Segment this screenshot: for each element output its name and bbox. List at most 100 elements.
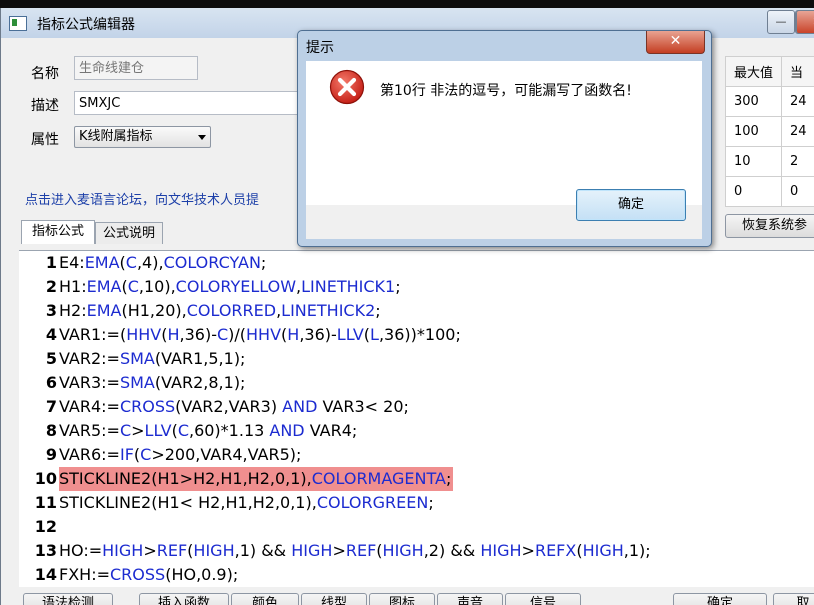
code-token: FXH:= [59,565,110,584]
code-line[interactable]: 5 VAR2:=SMA(VAR1,5,1); [19,347,814,371]
signal-button[interactable]: 信号 [505,593,581,605]
restore-defaults-button[interactable]: 恢复系统参 [725,214,814,238]
code-token: ,1) && [234,541,292,560]
code-keyword: SMA [119,373,155,392]
line-number: 12 [34,517,57,536]
attribute-dropdown-value: K线附属指标 [79,129,153,144]
code-keyword: C [119,421,132,440]
ok-button[interactable]: 确定 [576,189,686,221]
code-line[interactable]: 9 VAR6:=IF(C>200,VAR4,VAR5); [19,443,814,467]
insert-function-button[interactable]: 插入函数 [139,593,229,605]
tab-formula[interactable]: 指标公式 [21,220,95,244]
forum-link[interactable]: 点击进入麦语言论坛，向文华技术人员提 [25,189,259,208]
code-line[interactable]: 12 [19,515,814,539]
code-keyword: HIGH [193,541,235,560]
code-line[interactable]: 2 H1:EMA(C,10),COLORYELLOW,LINETHICK1; [19,275,814,299]
icon-button[interactable]: 图标 [369,593,435,605]
table-cell[interactable]: 24 [781,86,814,117]
description-field[interactable]: SMXJC [74,91,334,115]
code-keyword: HIGH [102,541,144,560]
code-line[interactable]: 14 FXH:=CROSS(HO,0.9); [19,563,814,587]
editor-close-button[interactable]: ✕ [796,10,814,34]
code-token: ,36)- [179,325,217,344]
line-type-button[interactable]: 线型 [301,593,367,605]
code-token: STICKLINE2(H1< H2,H1,H2,0,1), [59,493,317,512]
code-text: VAR2:=SMA(VAR1,5,1); [59,347,245,371]
alert-dialog: 提示 ✕ 第10行 非法的逗号，可能漏写了函数名! 确定 [297,30,712,247]
attribute-dropdown[interactable]: K线附属指标 [74,126,211,148]
code-token: > [131,421,145,440]
line-number: 1 [45,253,57,272]
code-text: VAR3:=SMA(VAR2,8,1); [59,371,245,395]
dialog-close-button[interactable]: ✕ [646,31,705,54]
code-line[interactable]: 11 STICKLINE2(H1< H2,H1,H2,0,1),COLORGREE… [19,491,814,515]
line-number: 5 [45,349,57,368]
code-text: E4:EMA(C,4),COLORCYAN; [59,251,266,275]
line-number: 6 [45,373,57,392]
table-cell[interactable]: 300 [724,86,783,117]
dialog-message: 第10行 非法的逗号，可能漏写了函数名! [380,83,632,99]
code-token: STICKLINE2(H1>H2,H1,H2,0,1), [59,469,312,488]
code-token: )/( [228,325,247,344]
chevron-down-icon [198,135,206,140]
code-token: ; [445,469,452,488]
code-text: VAR6:=IF(C>200,VAR4,VAR5); [59,443,301,467]
code-token: VAR5:= [59,421,120,440]
attribute-label: 属性 [31,132,59,148]
table-row[interactable]: 300 24 [724,86,814,117]
code-token: VAR6:= [59,445,120,464]
code-line[interactable]: 8 VAR5:=C>LLV(C,60)*1.13 AND VAR4; [19,419,814,443]
code-keyword: HIGH [291,541,333,560]
minimize-button[interactable]: — [767,10,795,34]
code-keyword: AND [269,421,305,440]
code-line[interactable]: 7 VAR4:=CROSS(VAR2,VAR3) AND VAR3< 20; [19,395,814,419]
syntax-check-button[interactable]: 语法检测 [23,593,113,605]
code-keyword: C [216,325,229,344]
name-field[interactable]: 生命线建仓 [74,56,198,80]
color-button[interactable]: 颜色 [231,593,299,605]
code-line[interactable]: 10 STICKLINE2(H1>H2,H1,H2,0,1),COLORMAGEN… [19,467,814,491]
code-text: FXH:=CROSS(HO,0.9); [59,563,238,587]
code-keyword: COLORGREEN [316,493,429,512]
code-keyword: AND [282,397,318,416]
code-keyword: LINETHICK2 [281,301,376,320]
code-text: HO:=HIGH>REF(HIGH,1) && HIGH>REF(HIGH,2)… [59,539,651,563]
code-keyword: LLV [336,325,364,344]
code-token: ,10), [138,277,176,296]
code-line[interactable]: 6 VAR3:=SMA(VAR2,8,1); [19,371,814,395]
confirm-button[interactable]: 确定 [673,593,767,605]
code-line[interactable]: 1 E4:EMA(C,4),COLORCYAN; [19,251,814,275]
code-token: HO:= [59,541,103,560]
code-keyword: COLORMAGENTA [311,469,446,488]
code-keyword: LLV [144,421,172,440]
description-label: 描述 [31,98,59,114]
code-token: > [143,541,157,560]
code-text: VAR1:=(HHV(H,36)-C)/(HHV(H,36)-LLV(L,36)… [59,323,461,347]
table-cell[interactable]: 10 [724,146,783,177]
app-window-icon [9,16,27,31]
column-header-current: 当 [781,56,814,87]
code-editor[interactable]: 1 E4:EMA(C,4),COLORCYAN; 2 H1:EMA(C,10),COL… [19,250,814,587]
column-header-max: 最大值 [724,56,783,87]
code-line[interactable]: 13 HO:=HIGH>REF(HIGH,1) && HIGH>REF(HIGH,… [19,539,814,563]
table-cell[interactable]: 2 [781,146,814,177]
table-cell[interactable]: 24 [781,116,814,147]
table-cell[interactable]: 100 [724,116,783,147]
table-cell[interactable]: 0 [781,176,814,207]
code-token: > [332,541,346,560]
code-line[interactable]: 4 VAR1:=(HHV(H,36)-C)/(HHV(H,36)-LLV(L,36… [19,323,814,347]
window-title: 指标公式编辑器 [37,17,135,33]
cancel-button[interactable]: 取 [773,593,814,605]
table-row[interactable]: 0 0 [724,176,814,207]
code-line[interactable]: 3 H2:EMA(H1,20),COLORRED,LINETHICK2; [19,299,814,323]
table-cell[interactable]: 0 [724,176,783,207]
table-row[interactable]: 10 2 [724,146,814,177]
sound-button[interactable]: 声音 [437,593,503,605]
code-token: ; [375,301,381,320]
tab-description[interactable]: 公式说明 [95,222,163,244]
code-keyword: HIGH [480,541,522,560]
table-row[interactable]: 100 24 [724,116,814,147]
code-token: ,36)- [299,325,337,344]
code-text: STICKLINE2(H1< H2,H1,H2,0,1),COLORGREEN; [59,491,434,515]
code-keyword: L [370,325,379,344]
